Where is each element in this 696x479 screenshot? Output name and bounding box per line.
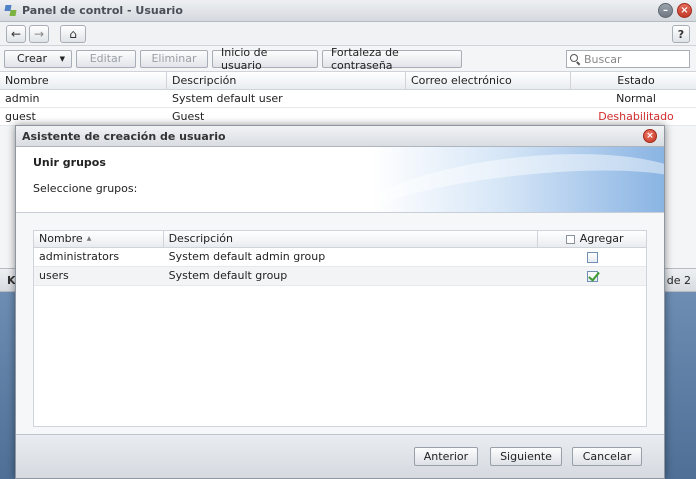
- create-button[interactable]: Crear ▼: [4, 49, 72, 68]
- column-header-group-name[interactable]: Nombre ▲: [34, 231, 164, 247]
- group-add-cell: [538, 248, 646, 266]
- user-status: Normal: [616, 92, 656, 105]
- delete-button[interactable]: Eliminar: [140, 49, 208, 68]
- user-email: [406, 108, 571, 125]
- users-table: Nombre Descripción Correo electrónico Es…: [0, 72, 696, 126]
- users-table-header: Nombre Descripción Correo electrónico Es…: [0, 72, 696, 90]
- table-row[interactable]: users System default group: [34, 267, 646, 286]
- cancel-button[interactable]: Cancelar: [572, 447, 642, 466]
- sort-ascending-icon: ▲: [86, 235, 92, 242]
- column-header-add-label: Agregar: [579, 232, 624, 245]
- edit-button[interactable]: Editar: [76, 49, 136, 68]
- user-name: admin: [5, 92, 40, 105]
- create-button-label: Crear: [17, 52, 47, 65]
- forward-button[interactable]: →: [29, 24, 49, 43]
- navigation-bar: ← → ⌂ ?: [0, 22, 696, 46]
- user-description: Guest: [172, 110, 205, 123]
- help-button[interactable]: ?: [672, 25, 690, 43]
- table-row[interactable]: guest Guest Deshabilitado: [0, 108, 696, 126]
- password-strength-button[interactable]: Fortaleza de contraseña: [322, 46, 462, 72]
- user-description: System default user: [172, 92, 283, 105]
- table-row[interactable]: administrators System default admin grou…: [34, 248, 646, 267]
- close-icon: ×: [646, 131, 654, 141]
- user-home-button[interactable]: Inicio de usuario: [212, 46, 318, 72]
- column-header-group-description[interactable]: Descripción: [164, 231, 539, 247]
- group-description: System default group: [168, 269, 288, 282]
- window-controls: – ×: [658, 3, 692, 18]
- arrow-right-icon: →: [33, 26, 45, 41]
- step-subtitle: Seleccione grupos:: [33, 182, 138, 195]
- column-header-name[interactable]: Nombre: [0, 72, 167, 89]
- column-header-email[interactable]: Correo electrónico: [406, 72, 571, 89]
- add-group-checkbox[interactable]: [586, 270, 598, 282]
- user-creation-wizard-dialog: Asistente de creación de usuario × Unir …: [15, 125, 665, 479]
- column-header-add[interactable]: Agregar: [538, 231, 646, 247]
- search-box[interactable]: [566, 50, 690, 68]
- groups-table: Nombre ▲ Descripción Agregar administrat…: [33, 230, 647, 427]
- app-logo-icon: [4, 4, 18, 18]
- home-icon: ⌂: [69, 26, 77, 41]
- step-title: Unir grupos: [33, 156, 106, 169]
- add-group-checkbox[interactable]: [586, 251, 598, 263]
- user-name: guest: [5, 110, 36, 123]
- table-row[interactable]: admin System default user Normal: [0, 90, 696, 108]
- user-email: [406, 90, 571, 107]
- column-header-description[interactable]: Descripción: [167, 72, 406, 89]
- user-toolbar: Crear ▼ Editar Eliminar Inicio de usuari…: [0, 46, 696, 72]
- close-window-button[interactable]: ×: [677, 3, 692, 18]
- column-header-status[interactable]: Estado: [571, 72, 696, 89]
- group-add-cell: [538, 267, 646, 285]
- select-all-checkbox[interactable]: [565, 234, 575, 244]
- home-button[interactable]: ⌂: [60, 24, 86, 43]
- window-titlebar: Panel de control - Usuario – ×: [0, 0, 696, 22]
- next-button[interactable]: Siguiente: [490, 447, 562, 466]
- search-input[interactable]: [584, 52, 684, 66]
- column-header-group-name-label: Nombre: [39, 232, 83, 245]
- dialog-close-button[interactable]: ×: [643, 129, 657, 143]
- window-title: Panel de control - Usuario: [22, 4, 183, 17]
- search-icon: [570, 53, 581, 65]
- dialog-footer: Anterior Siguiente Cancelar: [16, 434, 664, 478]
- back-button[interactable]: ←: [6, 24, 26, 43]
- previous-button[interactable]: Anterior: [414, 447, 478, 466]
- groups-table-header: Nombre ▲ Descripción Agregar: [34, 231, 646, 248]
- user-status: Deshabilitado: [598, 110, 674, 123]
- group-name: users: [39, 269, 69, 282]
- caret-down-icon: ▼: [59, 54, 65, 63]
- wizard-header: Unir grupos Seleccione grupos:: [16, 147, 664, 213]
- group-name: administrators: [39, 250, 120, 263]
- minimize-button[interactable]: –: [658, 3, 673, 18]
- group-description: System default admin group: [168, 250, 326, 263]
- arrow-left-icon: ←: [10, 26, 22, 41]
- dialog-titlebar: Asistente de creación de usuario ×: [16, 126, 664, 147]
- dialog-title: Asistente de creación de usuario: [22, 129, 226, 143]
